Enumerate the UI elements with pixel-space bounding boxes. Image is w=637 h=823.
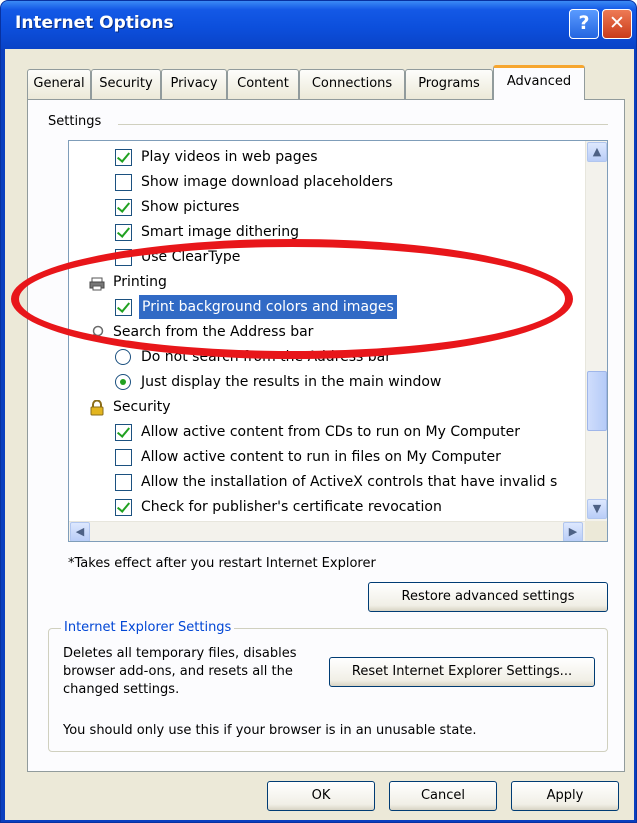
vertical-scrollbar[interactable]: ▲ ▼ [585,141,607,521]
chevron-left-icon: ◀ [75,525,85,538]
row-label: Smart image dithering [141,224,300,240]
settings-label: Settings [48,114,102,129]
settings-row[interactable]: Check for publisher's certificate revoca… [69,495,585,519]
restart-note: *Takes effect after you restart Internet… [68,556,376,571]
scroll-right-button[interactable]: ▶ [563,522,583,541]
radio-button[interactable] [115,374,131,390]
settings-row[interactable]: Print background colors and images [69,295,585,319]
row-label: Check for publisher's certificate revoca… [141,499,442,515]
scrollbar-corner [585,521,607,541]
row-label: Allow the installation of ActiveX contro… [141,474,558,490]
ie-settings-note: You should only use this if your browser… [63,723,477,738]
question-mark-icon: ? [578,12,590,34]
chevron-up-icon: ▲ [592,145,602,158]
settings-row[interactable]: Allow the installation of ActiveX contro… [69,470,585,494]
horizontal-scrollbar[interactable]: ◀ ▶ [69,521,585,541]
restore-advanced-settings-button[interactable]: Restore advanced settings [368,582,608,612]
tab-privacy[interactable]: Privacy [161,69,227,99]
settings-row[interactable]: Show image download placeholders [69,170,585,194]
internet-options-window: Internet Options ? ✕ General Security Pr… [0,0,637,823]
tab-programs[interactable]: Programs [405,69,493,99]
checkbox[interactable] [115,224,132,241]
settings-group-search: Search from the Address bar [69,320,585,344]
cancel-button[interactable]: Cancel [389,781,497,811]
tab-general[interactable]: General [27,69,91,99]
ie-settings-group: Internet Explorer Settings Deletes all t… [48,620,608,752]
checkbox[interactable] [115,249,132,266]
dialog-body: General Security Privacy Content Connect… [5,49,634,820]
checkbox[interactable] [115,424,132,441]
row-label: Play videos in web pages [141,149,318,165]
row-label: Allow active content from CDs to run on … [141,424,520,440]
chevron-down-icon: ▼ [592,502,602,515]
group-label: Security [113,399,171,415]
ie-settings-title: Internet Explorer Settings [61,620,235,635]
printer-icon [89,275,105,291]
settings-group-printing: Printing [69,270,585,294]
reset-ie-settings-button[interactable]: Reset Internet Explorer Settings... [329,657,595,687]
advanced-tab-panel: Settings Play videos in web pages Show i… [27,99,625,772]
settings-list[interactable]: Play videos in web pages Show image down… [68,140,608,542]
checkbox[interactable] [115,474,132,491]
checkbox[interactable] [115,299,132,316]
settings-row[interactable]: Allow active content from CDs to run on … [69,420,585,444]
ie-settings-description: Deletes all temporary files, disables br… [63,646,297,697]
checkbox[interactable] [115,174,132,191]
row-label: Show image download placeholders [141,174,393,190]
ok-button[interactable]: OK [267,781,375,811]
settings-divider [118,124,608,125]
close-button[interactable]: ✕ [602,9,632,39]
settings-row[interactable]: Play videos in web pages [69,145,585,169]
checkbox[interactable] [115,449,132,466]
settings-row[interactable]: Use ClearType [69,245,585,269]
group-label: Search from the Address bar [113,324,314,340]
chevron-right-icon: ▶ [568,525,578,538]
checkbox[interactable] [115,499,132,516]
apply-button[interactable]: Apply [511,781,619,811]
row-label: Print background colors and images [139,295,397,319]
lock-icon [89,399,105,416]
settings-row[interactable]: Allow active content to run in files on … [69,445,585,469]
tab-content[interactable]: Content [227,69,299,99]
checkbox[interactable] [115,149,132,166]
settings-row[interactable]: Smart image dithering [69,220,585,244]
tab-connections[interactable]: Connections [299,69,405,99]
row-label: Just display the results in the main win… [141,374,442,390]
search-icon [89,325,105,340]
checkbox[interactable] [115,199,132,216]
settings-row[interactable]: Just display the results in the main win… [69,370,585,394]
vertical-scroll-thumb[interactable] [587,371,607,431]
settings-row[interactable]: Show pictures [69,195,585,219]
settings-group-security: Security [69,395,585,419]
tab-security[interactable]: Security [91,69,161,99]
row-label: Show pictures [141,199,240,215]
window-title: Internet Options [15,13,174,33]
group-label: Printing [113,274,167,290]
scroll-left-button[interactable]: ◀ [70,522,90,541]
title-bar[interactable]: Internet Options ? ✕ [1,1,636,49]
scroll-down-button[interactable]: ▼ [587,499,607,519]
radio-button[interactable] [115,349,131,365]
row-label: Allow active content to run in files on … [141,449,501,465]
help-button[interactable]: ? [569,9,599,39]
tab-advanced[interactable]: Advanced [493,65,585,100]
close-icon: ✕ [609,12,625,34]
row-label: Use ClearType [141,249,241,265]
settings-row[interactable]: Do not search from the Address bar [69,345,585,369]
scroll-up-button[interactable]: ▲ [587,142,607,162]
row-label: Do not search from the Address bar [141,349,392,365]
